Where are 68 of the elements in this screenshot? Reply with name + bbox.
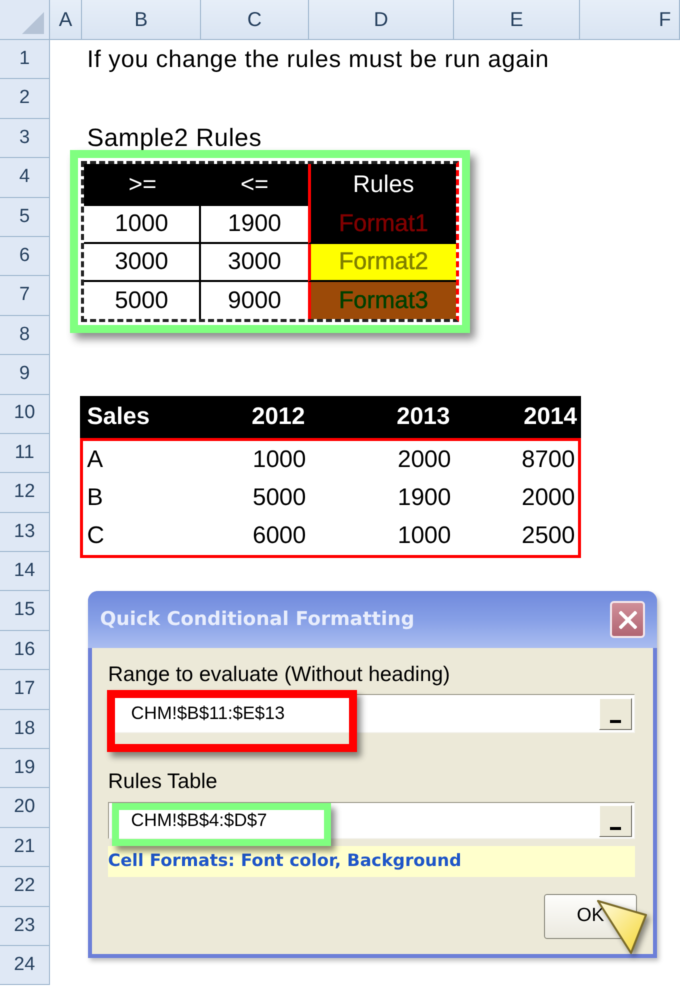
table-cell: 3000 (84, 244, 201, 282)
row-header[interactable]: 16 (0, 630, 50, 670)
column-header[interactable]: A (50, 0, 82, 40)
header-cell: >= (84, 164, 201, 206)
triangle-icon (22, 12, 44, 34)
header-cell: Rules (308, 164, 456, 206)
column-heading: 2014 (524, 402, 578, 432)
column-header[interactable]: B (82, 0, 201, 40)
row-header[interactable]: 7 (0, 276, 50, 316)
dialog-title: Quick Conditional Formatting (100, 607, 415, 632)
column-heading: 2013 (396, 402, 451, 432)
table-cell-text: 1000 (252, 445, 307, 476)
format-name: Format1 (338, 210, 428, 238)
row-header[interactable]: 23 (0, 906, 50, 946)
table-cell: 1000 (84, 206, 201, 244)
sheet-note: If you change the rules must be run again (87, 44, 550, 75)
row-header[interactable]: 18 (0, 710, 50, 750)
field-label: Rules Table (108, 769, 218, 794)
row-header[interactable]: 19 (0, 749, 50, 788)
table-cell-text: 5000 (252, 483, 307, 514)
row-header[interactable]: 6 (0, 236, 50, 276)
row-header[interactable]: 17 (0, 670, 50, 710)
column-heading: 2012 (252, 402, 306, 432)
input-field[interactable]: CHM!$B$4:$D$7 (108, 802, 635, 840)
range-button[interactable] (599, 698, 632, 730)
header-cell: <= (201, 164, 308, 206)
table-title: Sample2 Rules (87, 122, 262, 154)
row-header[interactable]: 14 (0, 552, 50, 592)
row-header[interactable]: 15 (0, 591, 50, 631)
dash-icon (610, 826, 621, 830)
range-button[interactable] (599, 804, 632, 837)
row-header[interactable]: 9 (0, 355, 50, 395)
format-name: Format2 (338, 248, 428, 276)
row-header[interactable]: 20 (0, 788, 50, 828)
table-cell-text: 1000 (396, 521, 452, 552)
column-header[interactable]: E (454, 0, 580, 40)
row-header[interactable]: 5 (0, 198, 50, 237)
row-header[interactable]: 10 (0, 394, 50, 434)
row-header[interactable]: 1 (0, 40, 50, 80)
column-heading: Sales (86, 402, 150, 432)
column-header[interactable]: C (201, 0, 309, 40)
row-header[interactable]: 12 (0, 473, 50, 513)
table-cell-text: 8700 (520, 445, 576, 476)
column-header[interactable]: D (309, 0, 454, 40)
field-label: Range to evaluate (Without heading) (108, 662, 452, 688)
table-cell-text: 2000 (396, 445, 452, 476)
row-header[interactable]: 4 (0, 158, 50, 198)
row-header[interactable]: 21 (0, 828, 50, 868)
format-name: Format3 (338, 286, 428, 315)
dash-icon (610, 720, 621, 723)
info-bar: Cell Formats: Font color, Background (108, 846, 635, 878)
table-cell-text: 6000 (252, 521, 307, 552)
table-cell-text: A (86, 445, 104, 476)
row-header[interactable]: 22 (0, 867, 50, 907)
column-header[interactable]: F (580, 0, 680, 40)
table-cell-text: C (86, 521, 106, 552)
close-button[interactable] (610, 601, 645, 638)
row-header[interactable]: 8 (0, 316, 50, 356)
table-cell-text: B (86, 483, 104, 514)
row-header[interactable]: 13 (0, 512, 50, 552)
row-header[interactable]: 11 (0, 434, 50, 474)
table-cell-text: 1900 (396, 483, 452, 514)
row-header[interactable]: 24 (0, 946, 50, 986)
row-header[interactable]: 2 (0, 79, 50, 119)
table-cell-text: 2500 (520, 521, 576, 552)
row-header[interactable]: 3 (0, 118, 50, 158)
close-icon (618, 610, 636, 629)
table-cell-text: 2000 (520, 483, 576, 514)
